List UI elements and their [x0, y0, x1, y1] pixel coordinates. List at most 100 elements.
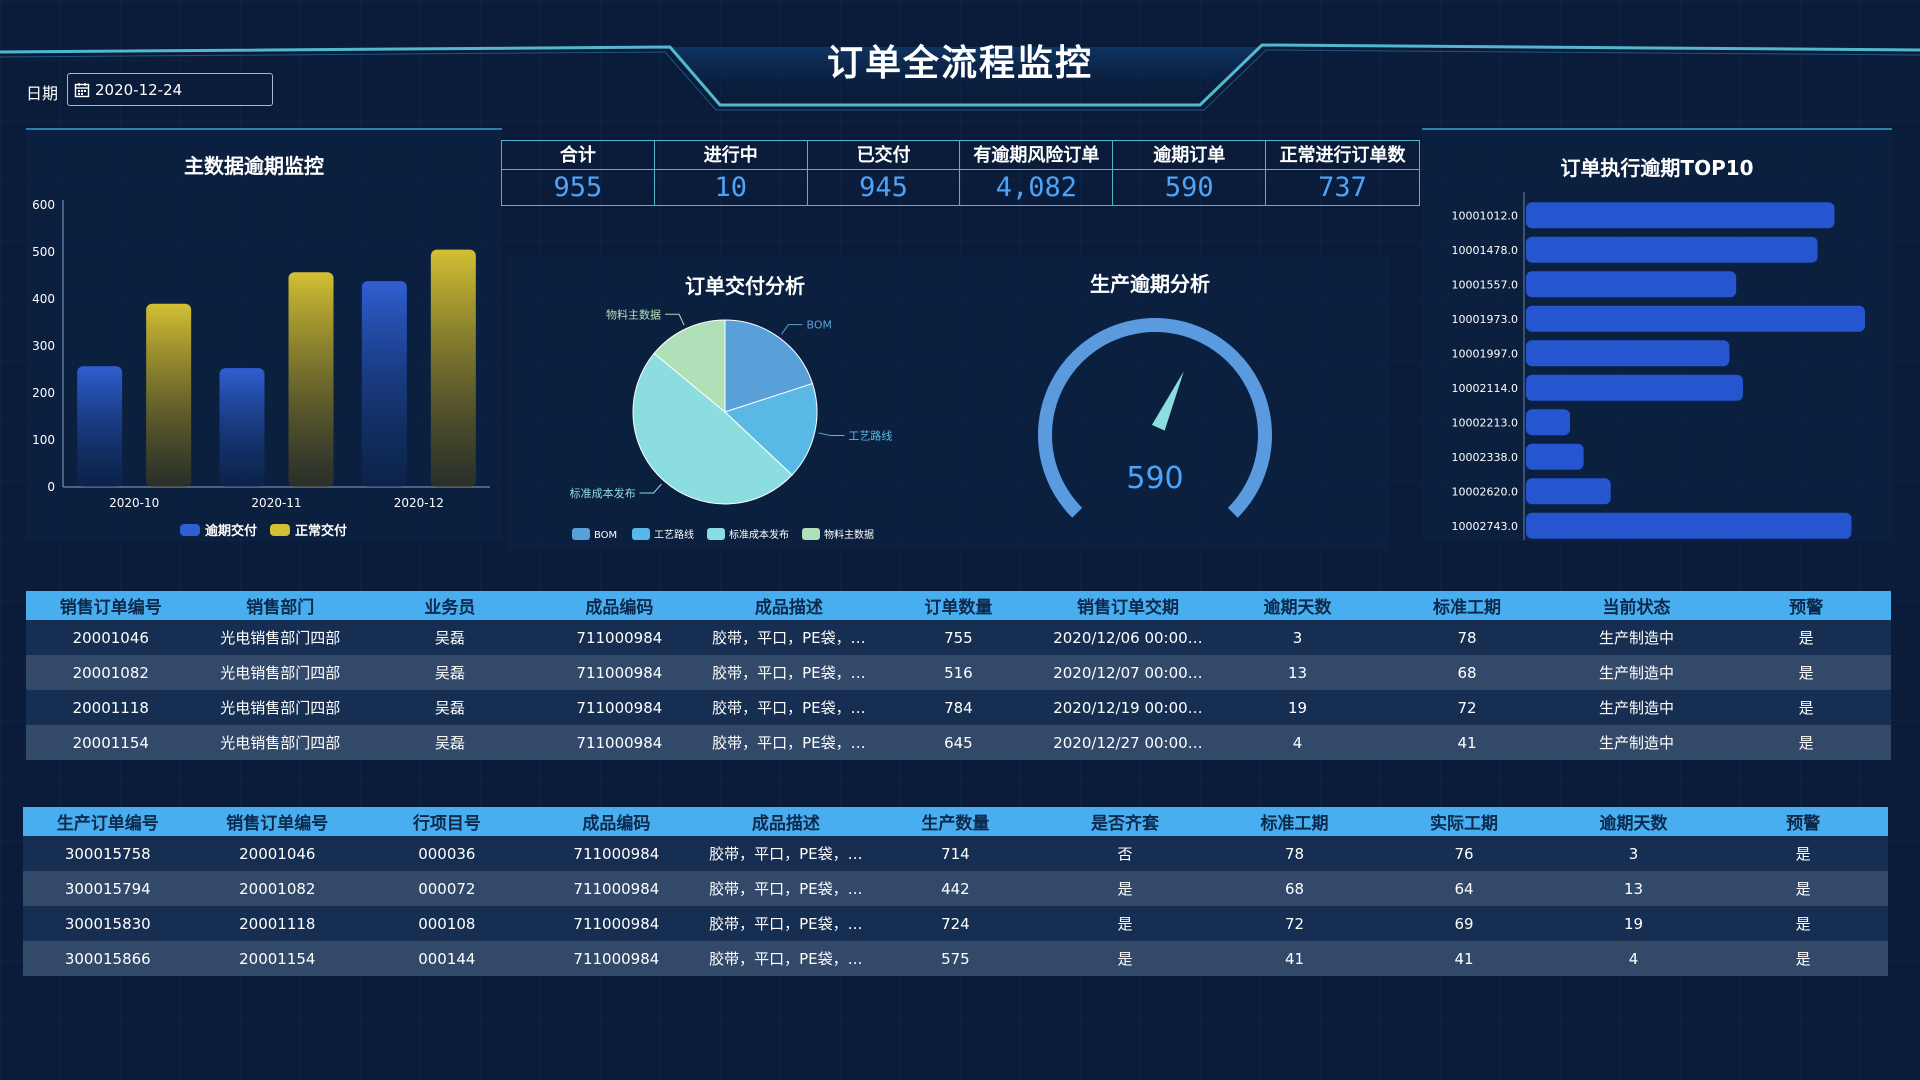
legend-label: 物料主数据: [824, 528, 874, 541]
column-header[interactable]: 成品编码: [534, 591, 705, 620]
column-header[interactable]: 业务员: [365, 591, 535, 620]
table-cell: 吴磊: [365, 725, 535, 760]
table-cell: 78: [1209, 836, 1380, 871]
table-row[interactable]: 300015866 20001154 000144 711000984 胶带，平口，PE…: [23, 941, 1888, 976]
table-cell: 4: [1212, 725, 1383, 760]
date-picker[interactable]: 2020-12-24: [67, 73, 273, 106]
column-header[interactable]: 销售订单编号: [192, 807, 363, 836]
column-header[interactable]: 预警: [1721, 591, 1891, 620]
table-cell: 20001082: [192, 871, 363, 906]
top10-bar: [1526, 478, 1611, 505]
pie-slice-label: 标准成本发布: [570, 486, 636, 500]
table-cell: 714: [870, 836, 1041, 871]
table-cell: 711000984: [534, 725, 705, 760]
table-cell: 41: [1209, 941, 1380, 976]
column-header[interactable]: 实际工期: [1379, 807, 1549, 836]
y-tick-label: 10002213.0: [1452, 416, 1518, 429]
table-cell: 19: [1212, 690, 1383, 725]
table-cell: 711000984: [531, 941, 702, 976]
table-row[interactable]: 20001046 光电销售部门四部 吴磊 711000984 胶带，平口，PE袋，… 75…: [26, 620, 1891, 655]
legend-swatch: [707, 528, 725, 540]
legend-label: 正常交付: [295, 523, 347, 539]
table-cell: 711000984: [531, 906, 702, 941]
column-header[interactable]: 标准工期: [1209, 807, 1380, 836]
table-cell: 516: [873, 655, 1044, 690]
table-row[interactable]: 20001118 光电销售部门四部 吴磊 711000984 胶带，平口，PE袋，… 78…: [26, 690, 1891, 725]
kpi-cell: 合计 955: [502, 141, 655, 205]
table-cell: 000108: [362, 906, 532, 941]
y-tick-label: 10002114.0: [1452, 382, 1518, 395]
table-cell: 2020/12/19 00:00…: [1043, 690, 1213, 725]
x-tick-label: 2020-12: [394, 496, 444, 510]
y-tick-label: 10001557.0: [1452, 278, 1518, 291]
column-header[interactable]: 生产订单编号: [23, 807, 193, 836]
table-cell: 300015866: [23, 941, 193, 976]
kpi-label: 正常进行订单数: [1266, 141, 1419, 170]
table-row[interactable]: 20001154 光电销售部门四部 吴磊 711000984 胶带，平口，PE袋，… 64…: [26, 725, 1891, 760]
kpi-value: 955: [553, 172, 603, 203]
legend-label: 工艺路线: [654, 528, 694, 541]
column-header[interactable]: 销售订单交期: [1043, 591, 1213, 620]
kpi-label: 已交付: [807, 141, 960, 170]
column-header[interactable]: 预警: [1718, 807, 1888, 836]
table-cell: 300015758: [23, 836, 193, 871]
column-header[interactable]: 成品描述: [701, 807, 871, 836]
column-header[interactable]: 逾期天数: [1212, 591, 1383, 620]
column-header[interactable]: 销售订单编号: [26, 591, 196, 620]
table-cell: 645: [873, 725, 1044, 760]
table-cell: 300015794: [23, 871, 193, 906]
column-header[interactable]: 成品描述: [704, 591, 874, 620]
table-cell: 711000984: [534, 620, 705, 655]
table-cell: 胶带，平口，PE袋，…: [704, 690, 874, 725]
table-cell: 光电销售部门四部: [195, 620, 366, 655]
y-tick-label: 10001478.0: [1452, 244, 1518, 257]
table-row[interactable]: 300015794 20001082 000072 711000984 胶带，平口，PE…: [23, 871, 1888, 906]
table-row[interactable]: 20001082 光电销售部门四部 吴磊 711000984 胶带，平口，PE袋，… 51…: [26, 655, 1891, 690]
gauge-value: 590: [1126, 461, 1184, 496]
table-cell: 光电销售部门四部: [195, 725, 366, 760]
column-header[interactable]: 逾期天数: [1548, 807, 1719, 836]
legend-swatch: [180, 524, 200, 536]
pie-slice-label: 工艺路线: [848, 429, 892, 443]
kpi-label: 逾期订单: [1113, 141, 1266, 170]
table-cell: 711000984: [531, 871, 702, 906]
column-header[interactable]: 订单数量: [873, 591, 1044, 620]
column-header[interactable]: 行项目号: [362, 807, 532, 836]
table-cell: 2020/12/06 00:00…: [1043, 620, 1213, 655]
table-cell: 胶带，平口，PE袋，…: [701, 906, 871, 941]
table-cell: 吴磊: [365, 655, 535, 690]
table-cell: 711000984: [534, 690, 705, 725]
legend-label: 标准成本发布: [729, 528, 789, 541]
bar-normal: [430, 249, 476, 487]
table-cell: 68: [1209, 871, 1380, 906]
y-tick-label: 10001012.0: [1452, 209, 1518, 222]
bar-normal: [288, 272, 334, 487]
x-tick-label: 2020-10: [109, 496, 159, 510]
y-tick-label: 500: [32, 245, 55, 259]
table-cell: 胶带，平口，PE袋，…: [704, 655, 874, 690]
table-cell: 胶带，平口，PE袋，…: [701, 941, 871, 976]
column-header[interactable]: 成品编码: [531, 807, 702, 836]
calendar-icon: [74, 82, 90, 97]
legend-label: 逾期交付: [205, 523, 257, 539]
column-header[interactable]: 是否齐套: [1040, 807, 1210, 836]
column-header[interactable]: 当前状态: [1551, 591, 1722, 620]
table-cell: 光电销售部门四部: [195, 655, 366, 690]
kpi-label: 进行中: [654, 141, 807, 170]
top10-bar: [1526, 512, 1852, 539]
table-cell: 724: [870, 906, 1041, 941]
table-cell: 3: [1548, 836, 1719, 871]
table-row[interactable]: 300015758 20001046 000036 711000984 胶带，平口，PE…: [23, 836, 1888, 871]
table-cell: 是: [1718, 941, 1888, 976]
column-header[interactable]: 生产数量: [870, 807, 1041, 836]
table-cell: 13: [1548, 871, 1719, 906]
column-header[interactable]: 销售部门: [195, 591, 366, 620]
table-cell: 76: [1379, 836, 1549, 871]
x-tick-label: 2020-11: [251, 496, 301, 510]
bar-overdue: [219, 368, 265, 487]
column-header[interactable]: 标准工期: [1382, 591, 1552, 620]
top10-bar: [1526, 271, 1737, 298]
top10-bar: [1526, 340, 1730, 367]
table-row[interactable]: 300015830 20001118 000108 711000984 胶带，平口，PE…: [23, 906, 1888, 941]
table-cell: 20001118: [26, 690, 196, 725]
